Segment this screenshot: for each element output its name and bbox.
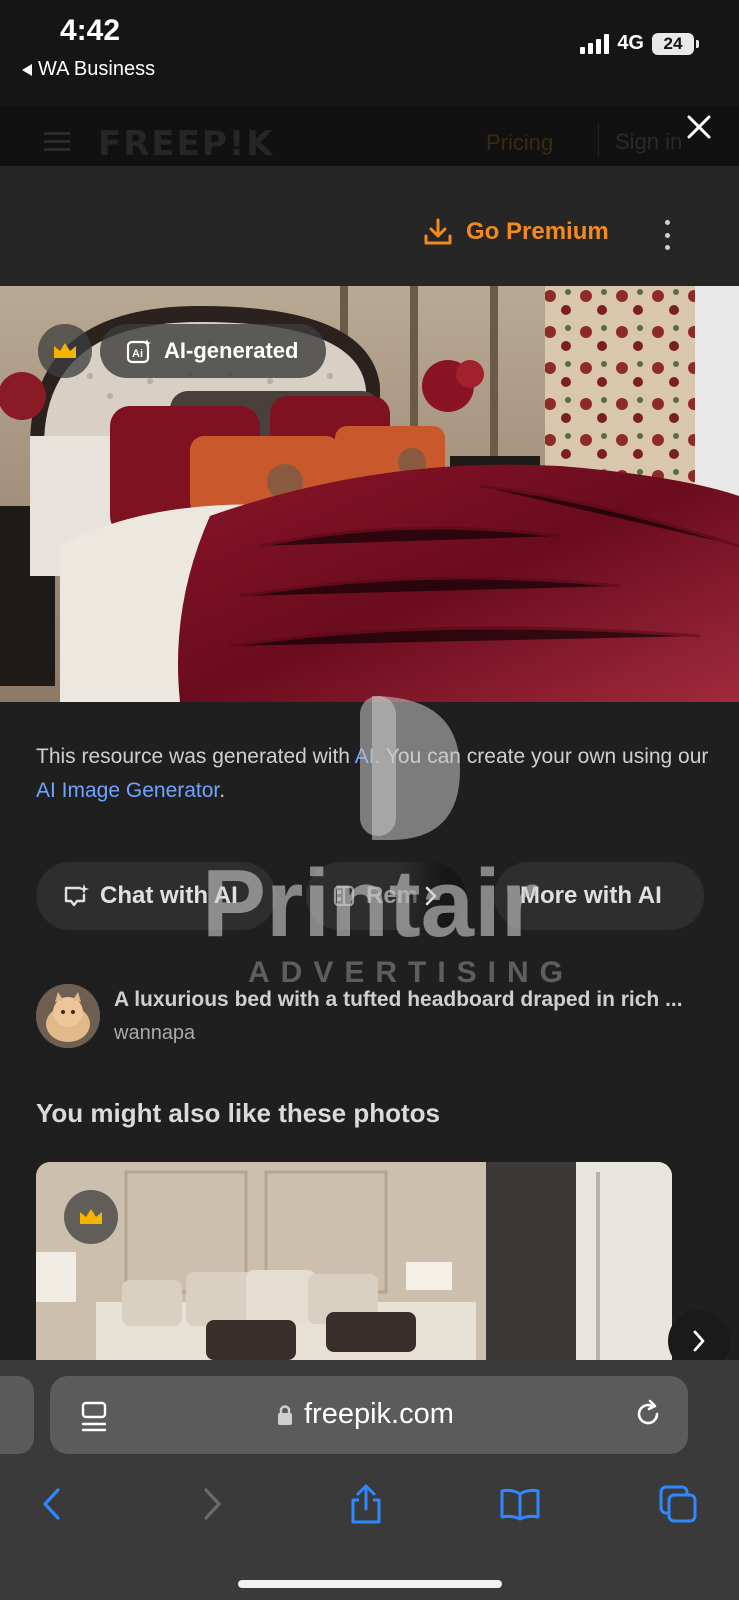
battery-icon: 24: [652, 32, 699, 55]
menu-icon: [44, 132, 70, 156]
chat-sparkle-icon: [64, 884, 89, 907]
scroll-right-icon[interactable]: [396, 862, 466, 930]
ai-actions-row: Chat with AI Rem More with AI: [36, 862, 739, 930]
go-premium-label: Go Premium: [466, 218, 609, 245]
status-bar: 4:42 WA Business 4G 24: [0, 0, 739, 106]
premium-crown-icon: [64, 1190, 118, 1244]
back-icon[interactable]: [28, 1480, 76, 1528]
resource-panel: Go Premium Ai AI-generated This resource…: [0, 166, 739, 1372]
bookmarks-icon[interactable]: [496, 1480, 544, 1528]
premium-crown-icon: [38, 324, 92, 378]
back-to-app[interactable]: WA Business: [22, 58, 155, 81]
home-indicator: [238, 1580, 502, 1588]
reader-menu-icon[interactable]: [80, 1400, 110, 1439]
hero-image: Ai AI-generated: [0, 286, 739, 702]
more-with-ai-label: More with AI: [520, 882, 662, 909]
more-options-icon[interactable]: [660, 220, 674, 250]
network-type: 4G: [617, 32, 644, 54]
related-photo-card[interactable]: [36, 1162, 672, 1360]
site-header: FREEP!K Pricing Sign in: [0, 106, 739, 166]
author-avatar[interactable]: [36, 984, 100, 1048]
browser-toolbar: [0, 1468, 739, 1548]
clock: 4:42: [60, 14, 121, 47]
photo-info: A luxurious bed with a tufted headboard …: [36, 984, 716, 1050]
ai-generated-label: AI-generated: [164, 338, 299, 363]
ai-generated-badge: Ai AI-generated: [100, 324, 327, 378]
related-section-title: You might also like these photos: [36, 1098, 441, 1128]
tabs-icon[interactable]: [654, 1480, 702, 1528]
download-icon: [424, 218, 452, 245]
ai-image-icon: Ai: [126, 339, 151, 364]
battery-level: 24: [652, 32, 694, 55]
svg-text:Ai: Ai: [132, 348, 143, 360]
remove-background-button[interactable]: Rem: [306, 862, 466, 930]
desc-text-2: . You can create your own using our: [374, 745, 709, 768]
status-indicators: 4G 24: [580, 32, 699, 55]
chat-with-ai-label: Chat with AI: [100, 882, 238, 909]
go-premium-button[interactable]: Go Premium: [422, 216, 609, 248]
forward-icon[interactable]: [188, 1480, 236, 1528]
close-icon[interactable]: [682, 110, 716, 144]
share-icon[interactable]: [342, 1480, 390, 1528]
browser-bottom-bar: freepik.com: [0, 1360, 739, 1600]
back-triangle-icon: [22, 63, 32, 76]
pricing-link: Pricing: [486, 130, 554, 155]
reload-icon[interactable]: [632, 1398, 664, 1435]
photo-title[interactable]: A luxurious bed with a tufted headboard …: [114, 988, 714, 1012]
remove-bg-icon: [333, 885, 355, 907]
previous-tab-preview[interactable]: [0, 1376, 34, 1454]
ai-link[interactable]: AI: [355, 745, 375, 768]
back-app-label: WA Business: [38, 58, 156, 80]
ai-image-generator-link[interactable]: AI Image Generator: [36, 779, 219, 802]
url-text: freepik.com: [304, 1398, 454, 1430]
signal-icon: [580, 33, 610, 54]
desc-text-1: This resource was generated with: [36, 745, 355, 768]
desc-text-3: .: [219, 779, 226, 802]
ai-description: This resource was generated with AI. You…: [36, 740, 716, 808]
address-bar[interactable]: freepik.com: [50, 1376, 688, 1454]
author-name[interactable]: wannapa: [114, 1022, 195, 1045]
premium-bar: Go Premium: [0, 166, 739, 286]
chat-with-ai-button[interactable]: Chat with AI: [36, 862, 276, 930]
url-display[interactable]: freepik.com: [276, 1398, 454, 1431]
more-with-ai-button[interactable]: More with AI: [494, 862, 704, 930]
lock-icon: [278, 1404, 292, 1425]
freepik-logo: FREEP!K: [98, 124, 275, 164]
